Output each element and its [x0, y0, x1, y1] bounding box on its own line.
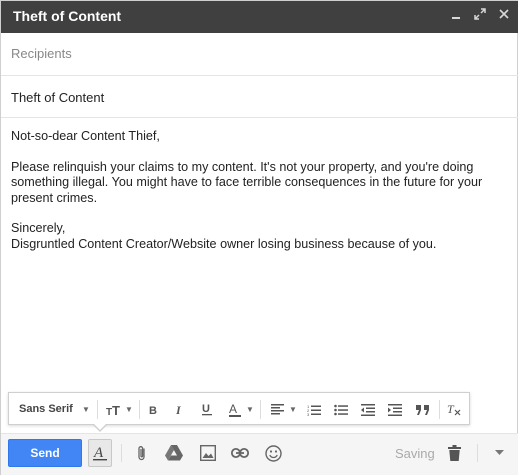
insert-photo-icon[interactable]	[197, 442, 219, 464]
subject-value: Theft of Content	[11, 90, 105, 105]
italic-icon[interactable]: I	[172, 400, 188, 419]
message-paragraph: Please relinquish your claims to my cont…	[11, 159, 486, 205]
bulleted-list-icon[interactable]	[331, 400, 351, 419]
svg-text:T: T	[447, 403, 455, 416]
svg-text:B: B	[149, 405, 157, 416]
recipients-field[interactable]: Recipients	[1, 33, 518, 76]
send-button[interactable]: Send	[8, 439, 82, 467]
attach-file-icon[interactable]	[131, 442, 153, 464]
indent-more-icon[interactable]	[385, 400, 405, 419]
align-dropdown-icon[interactable]: ▼	[289, 405, 297, 414]
formatting-toolbar: Sans Serif ▼ TT ▼ B I U A ▼ ▼ 123 T	[8, 392, 470, 425]
svg-text:3: 3	[307, 412, 310, 416]
svg-text:T: T	[112, 404, 120, 416]
text-color-icon[interactable]: A	[226, 400, 244, 419]
recipients-placeholder: Recipients	[11, 46, 72, 61]
font-family-select[interactable]: Sans Serif	[19, 403, 73, 415]
formatting-options-icon[interactable]: A	[88, 439, 112, 467]
svg-text:I: I	[175, 404, 182, 416]
discard-draft-icon[interactable]	[443, 442, 465, 464]
align-icon[interactable]	[267, 400, 287, 419]
compose-title-bar[interactable]: Theft of Content	[1, 1, 518, 33]
text-color-dropdown-icon[interactable]: ▼	[246, 405, 254, 414]
underline-icon[interactable]: U	[199, 400, 215, 419]
font-size-icon[interactable]: TT	[103, 400, 125, 419]
expand-icon[interactable]	[472, 8, 488, 24]
numbered-list-icon[interactable]: 123	[304, 400, 324, 419]
message-greeting: Not-so-dear Content Thief,	[11, 129, 160, 143]
compose-window: Theft of Content Recipients Theft of Con…	[0, 0, 518, 475]
quote-icon[interactable]	[413, 400, 433, 419]
font-size-dropdown-icon[interactable]: ▼	[125, 405, 133, 414]
more-options-dropdown-icon[interactable]	[488, 442, 510, 464]
subject-field[interactable]: Theft of Content	[1, 76, 518, 118]
insert-emoji-icon[interactable]	[262, 442, 284, 464]
svg-text:A: A	[93, 445, 104, 461]
minimize-icon[interactable]	[448, 8, 464, 24]
window-title: Theft of Content	[13, 8, 122, 24]
remove-formatting-icon[interactable]: T	[444, 400, 464, 419]
save-status: Saving	[395, 446, 435, 461]
indent-less-icon[interactable]	[358, 400, 378, 419]
insert-link-icon[interactable]	[229, 442, 251, 464]
font-dropdown-icon[interactable]: ▼	[82, 405, 90, 414]
message-signature: Disgruntled Content Creator/Website owne…	[11, 236, 437, 251]
bold-icon[interactable]: B	[146, 400, 162, 419]
google-drive-icon[interactable]	[163, 442, 185, 464]
message-body[interactable]: Not-so-dear Content Thief, Please relinq…	[11, 129, 511, 252]
close-icon[interactable]	[496, 8, 512, 24]
toolbar-pointer-fill	[94, 424, 106, 430]
svg-text:U: U	[202, 403, 210, 415]
svg-text:A: A	[229, 403, 237, 416]
message-closing: Sincerely,	[11, 221, 66, 235]
